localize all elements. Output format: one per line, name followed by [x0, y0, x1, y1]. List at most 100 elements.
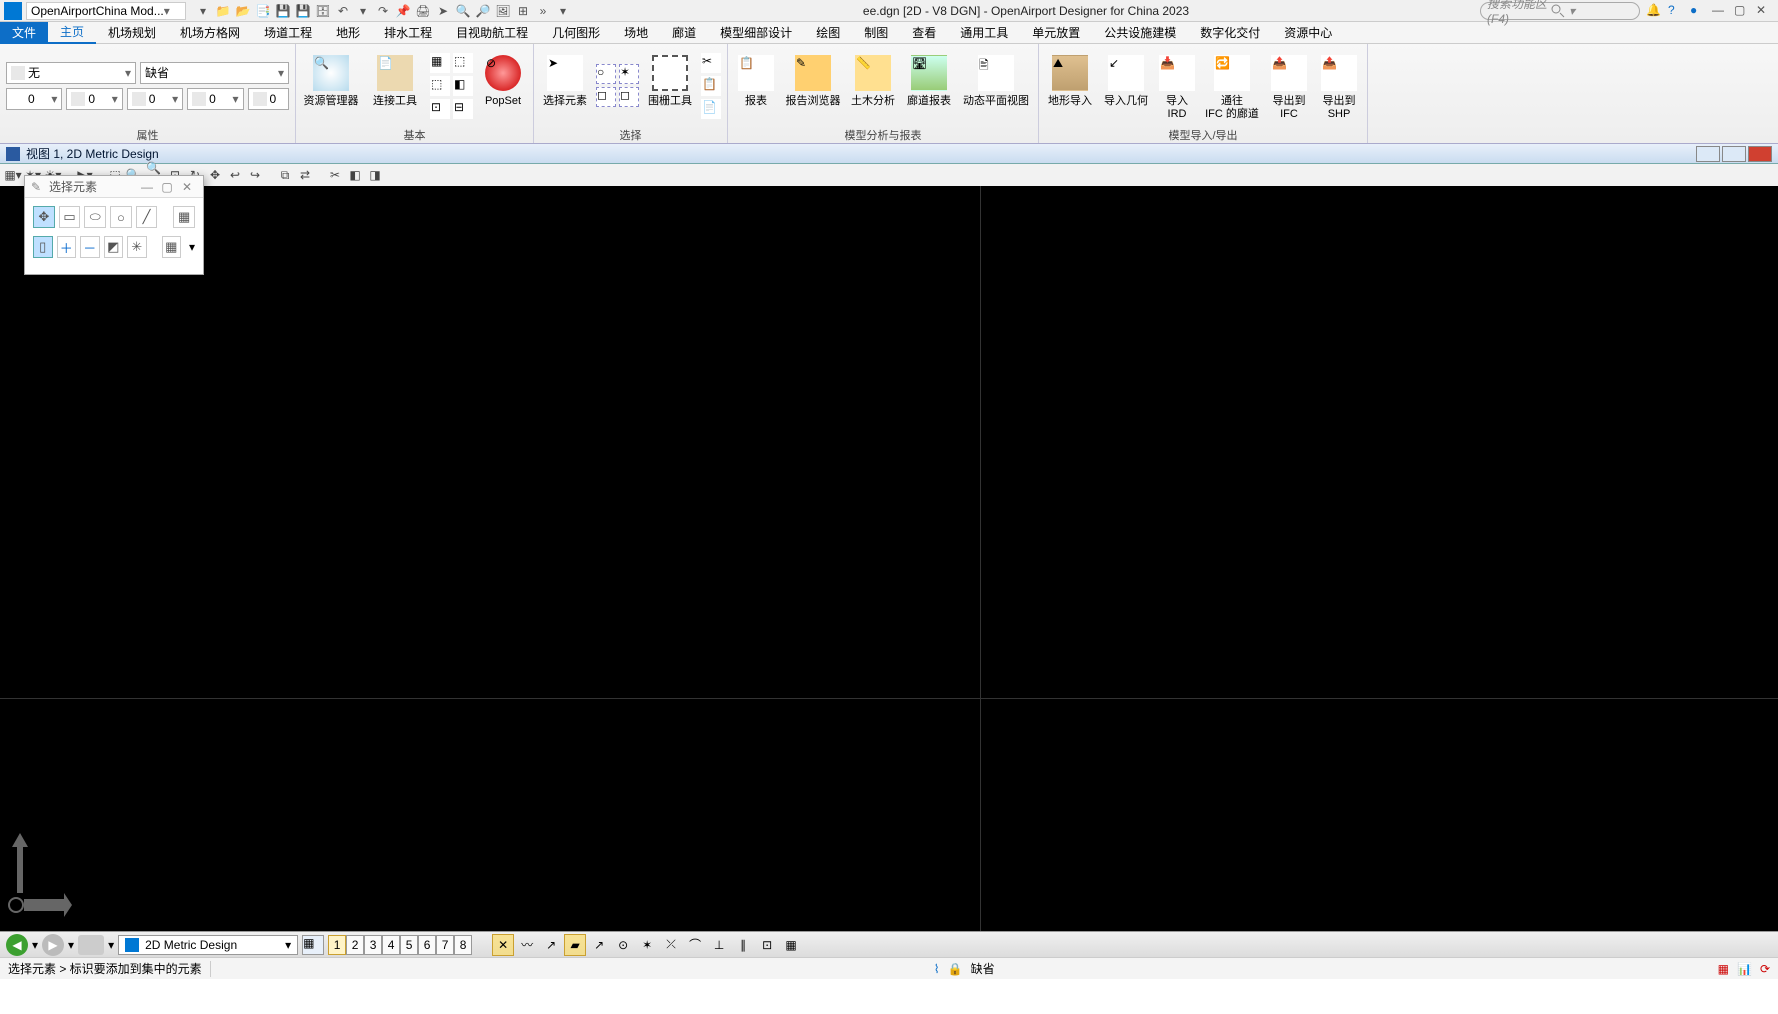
snap-toggle-icon[interactable]: ✕ — [492, 934, 514, 956]
find-icon[interactable]: 🔍 — [454, 2, 472, 20]
open-icon[interactable]: 📂 — [234, 2, 252, 20]
model-icon[interactable] — [78, 935, 104, 955]
search-dropdown[interactable]: ▾ — [1569, 4, 1633, 18]
tab-file[interactable]: 文件 — [0, 22, 48, 44]
tab-site[interactable]: 场地 — [612, 22, 660, 44]
dialog-expand-icon[interactable]: ▾ — [189, 240, 195, 254]
sel-circle-icon[interactable]: ○ — [110, 206, 132, 228]
new-icon[interactable]: ▾ — [194, 2, 212, 20]
arrow-icon[interactable]: ➤ — [434, 2, 452, 20]
mode-add-icon[interactable]: ＋ — [57, 236, 77, 258]
tab-drafting[interactable]: 制图 — [852, 22, 900, 44]
snap-tangent-icon[interactable]: ⌒ — [684, 934, 706, 956]
dynamic-plan-button[interactable]: 🖹动态平面视图 — [960, 51, 1032, 121]
tab-home[interactable]: 主页 — [48, 22, 96, 44]
dialog-close-button[interactable]: ✕ — [177, 180, 197, 194]
minimize-icon[interactable]: — — [1712, 3, 1728, 19]
cut-icon[interactable]: ✂ — [701, 53, 721, 73]
snap-intersect-icon[interactable]: ⤫ — [660, 934, 682, 956]
user-icon[interactable]: ● — [1690, 3, 1706, 19]
color-combo[interactable]: 0▾ — [6, 88, 62, 110]
sel-icon-4[interactable]: ◻ — [619, 87, 639, 107]
small-icon-4[interactable]: ◧ — [453, 76, 473, 96]
close-icon[interactable]: ✕ — [1756, 3, 1772, 19]
snap-origin-icon[interactable]: ⊙ — [612, 934, 634, 956]
dialog-header[interactable]: ✎ 选择元素 — ▢ ✕ — [25, 176, 203, 198]
small-icon-3[interactable]: ⬚ — [430, 76, 450, 96]
save-settings-icon[interactable]: 💾 — [294, 2, 312, 20]
sel-individual-icon[interactable]: ✥ — [33, 206, 55, 228]
ribbon-search[interactable]: 搜索功能区(F4) ▾ — [1480, 2, 1640, 20]
maximize-icon[interactable]: ▢ — [1734, 3, 1750, 19]
view-num-6[interactable]: 6 — [418, 935, 436, 955]
tab-visual-aid[interactable]: 目视助航工程 — [444, 22, 540, 44]
view-num-3[interactable]: 3 — [364, 935, 382, 955]
view-close-button[interactable] — [1748, 146, 1772, 162]
image-icon[interactable]: 🖼 — [494, 2, 512, 20]
sel-icon-3[interactable]: ◻ — [596, 87, 616, 107]
tab-grid[interactable]: 机场方格网 — [168, 22, 252, 44]
mode-invert-icon[interactable]: ◩ — [104, 236, 124, 258]
status-lock-icon[interactable]: 🔒 — [948, 962, 963, 976]
tab-airport-plan[interactable]: 机场规划 — [96, 22, 168, 44]
clip-icon[interactable]: ✂ — [326, 166, 344, 184]
pan-icon[interactable]: ✥ — [206, 166, 224, 184]
tab-digital[interactable]: 数字化交付 — [1188, 22, 1272, 44]
view-num-8[interactable]: 8 — [454, 935, 472, 955]
tab-geometry[interactable]: 几何图形 — [540, 22, 612, 44]
status-sync-icon[interactable]: ⟳ — [1760, 962, 1770, 976]
copy-icon-2[interactable]: 📋 — [701, 76, 721, 96]
compress-icon[interactable]: 🗄 — [314, 2, 332, 20]
level-combo[interactable]: 无▾ — [6, 62, 136, 84]
view-copy-icon[interactable]: ⧉ — [276, 166, 294, 184]
import-ird-button[interactable]: 📥导入 IRD — [1157, 51, 1197, 121]
prev-view-icon[interactable]: ↩ — [226, 166, 244, 184]
sel-icon-1[interactable]: ○ — [596, 64, 616, 84]
sel-block-icon[interactable]: ▭ — [59, 206, 81, 228]
small-icon-5[interactable]: ⊡ — [430, 99, 450, 119]
status-plot-icon[interactable]: 📊 — [1737, 962, 1752, 976]
tab-drawing[interactable]: 绘图 — [804, 22, 852, 44]
civil-analysis-button[interactable]: 📏土木分析 — [848, 51, 898, 121]
nav-forward-button[interactable]: ▶ — [42, 934, 64, 956]
tab-resource[interactable]: 资源中心 — [1272, 22, 1344, 44]
view-num-2[interactable]: 2 — [346, 935, 364, 955]
tab-cell[interactable]: 单元放置 — [1020, 22, 1092, 44]
report-browser-button[interactable]: ✎报告浏览器 — [784, 51, 842, 121]
snap-keypoint-icon[interactable]: 〰 — [516, 934, 538, 956]
dialog-maximize-button[interactable]: ▢ — [157, 180, 177, 194]
snap-point-icon[interactable]: ⊡ — [756, 934, 778, 956]
snap-perp-icon[interactable]: ⊥ — [708, 934, 730, 956]
qat-dropdown-icon[interactable]: ▾ — [554, 2, 572, 20]
tab-utilities[interactable]: 公共设施建模 — [1092, 22, 1188, 44]
corridor-ifc-button[interactable]: 🔁通往 IFC 的廊道 — [1203, 51, 1261, 121]
view-minimize-button[interactable] — [1696, 146, 1720, 162]
view-num-5[interactable]: 5 — [400, 935, 418, 955]
view-num-7[interactable]: 7 — [436, 935, 454, 955]
tab-model-detail[interactable]: 模型细部设计 — [708, 22, 804, 44]
transparency-combo[interactable]: 0▾ — [187, 88, 243, 110]
save-icon[interactable]: 💾 — [274, 2, 292, 20]
tab-view[interactable]: 查看 — [900, 22, 948, 44]
open-folder-icon[interactable]: 📁 — [214, 2, 232, 20]
paste-icon[interactable]: 📄 — [701, 99, 721, 119]
clip-mask-icon[interactable]: ◧ — [346, 166, 364, 184]
status-running-icon[interactable]: ▦ — [1718, 962, 1729, 976]
popset-button[interactable]: ⊘PopSet — [479, 51, 527, 121]
status-snap-icon[interactable]: ⌇ — [934, 962, 940, 976]
redo-icon[interactable]: ↷ — [374, 2, 392, 20]
sel-line-icon[interactable]: ╱ — [136, 206, 158, 228]
print-icon[interactable]: 🖨 — [414, 2, 432, 20]
next-view-icon[interactable]: ↪ — [246, 166, 264, 184]
drawing-canvas[interactable] — [0, 186, 1778, 931]
notification-icon[interactable]: 🔔 — [1646, 3, 1662, 19]
help-icon[interactable]: ? — [1668, 3, 1684, 19]
snap-center-icon[interactable]: ↗ — [588, 934, 610, 956]
import-geom-button[interactable]: ↙导入几何 — [1101, 51, 1151, 121]
view-attrs-icon[interactable]: ▦▾ — [4, 166, 22, 184]
mode-subtract-icon[interactable]: － — [80, 236, 100, 258]
priority-combo[interactable]: 0 — [248, 88, 290, 110]
clip-clear-icon[interactable]: ◨ — [366, 166, 384, 184]
resource-manager-button[interactable]: 🔍资源管理器 — [302, 51, 360, 121]
nav-back-dd[interactable]: ▾ — [32, 938, 38, 952]
